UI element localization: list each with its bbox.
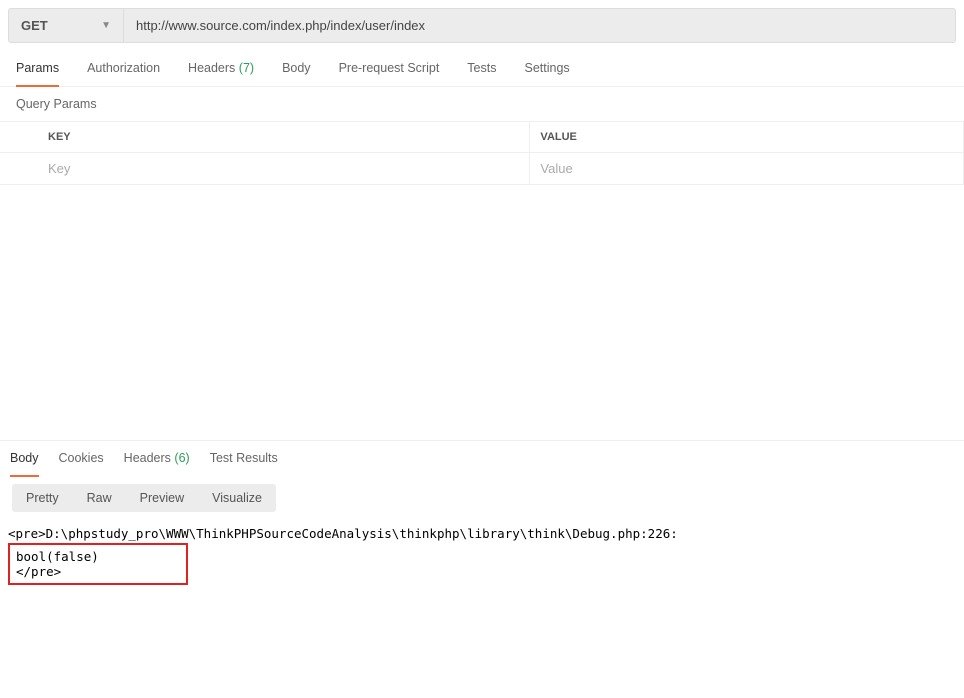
response-tab-test-results[interactable]: Test Results: [210, 441, 278, 477]
url-input[interactable]: [123, 8, 956, 43]
value-header: VALUE: [530, 122, 964, 153]
table-row[interactable]: Key Value: [0, 153, 964, 185]
response-headers-count: (6): [174, 451, 189, 465]
tab-headers-label: Headers: [188, 61, 235, 75]
response-tab-headers-label: Headers: [124, 451, 171, 465]
http-method-label: GET: [21, 18, 48, 33]
view-raw[interactable]: Raw: [73, 484, 126, 512]
key-cell[interactable]: Key: [0, 153, 530, 185]
tab-params[interactable]: Params: [16, 51, 59, 87]
query-params-label: Query Params: [0, 87, 964, 121]
tab-headers[interactable]: Headers (7): [188, 51, 254, 87]
view-preview[interactable]: Preview: [126, 484, 198, 512]
tab-body[interactable]: Body: [282, 51, 311, 87]
highlighted-output: bool(false) </pre>: [8, 543, 188, 585]
query-params-table: KEY VALUE Key Value: [0, 121, 964, 185]
response-tab-cookies[interactable]: Cookies: [59, 441, 104, 477]
response-line-3: </pre>: [16, 564, 61, 579]
response-tab-headers[interactable]: Headers (6): [124, 441, 190, 477]
chevron-down-icon: ▼: [101, 20, 111, 31]
tab-authorization[interactable]: Authorization: [87, 51, 160, 87]
view-pretty[interactable]: Pretty: [12, 484, 73, 512]
response-line-2: bool(false): [16, 549, 99, 564]
tab-tests[interactable]: Tests: [467, 51, 496, 87]
headers-count: (7): [239, 61, 254, 75]
response-line-1: <pre>D:\phpstudy_pro\WWW\ThinkPHPSourceC…: [8, 526, 678, 541]
key-header: KEY: [0, 122, 530, 153]
response-tab-body[interactable]: Body: [10, 441, 39, 477]
value-cell[interactable]: Value: [530, 153, 964, 185]
tab-prerequest[interactable]: Pre-request Script: [339, 51, 440, 87]
response-body: <pre>D:\phpstudy_pro\WWW\ThinkPHPSourceC…: [0, 520, 964, 591]
view-visualize[interactable]: Visualize: [198, 484, 276, 512]
tab-settings[interactable]: Settings: [524, 51, 569, 87]
http-method-select[interactable]: GET ▼: [8, 8, 123, 43]
